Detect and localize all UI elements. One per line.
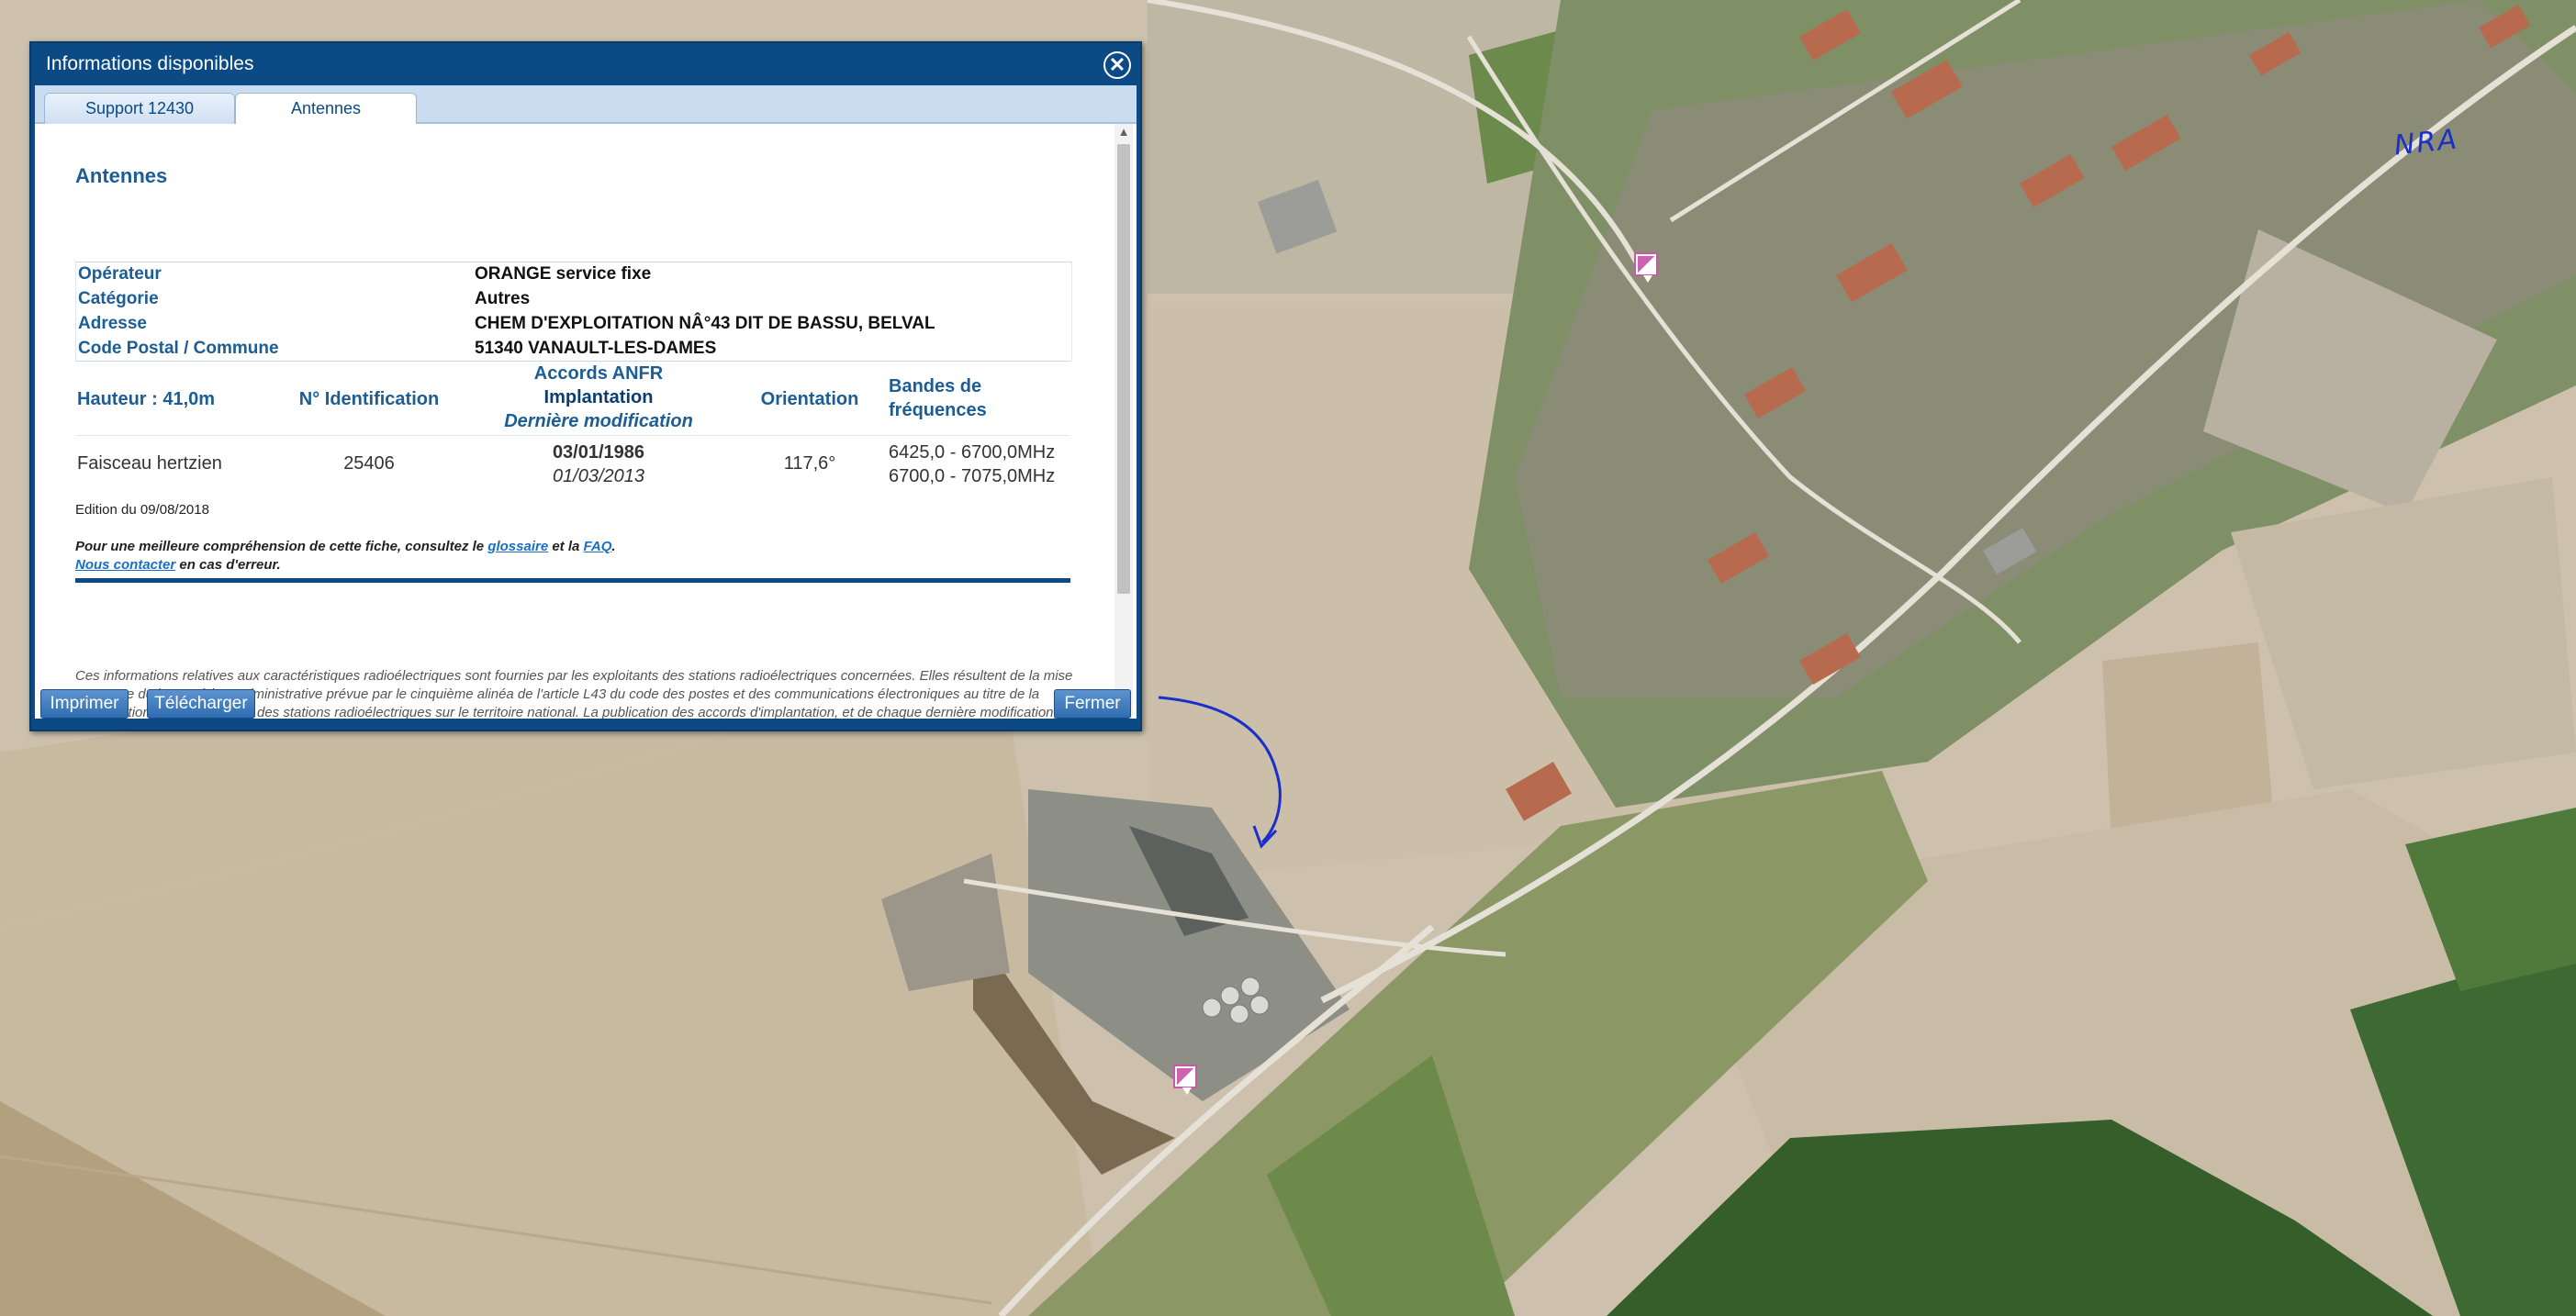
contact-suffix: en cas d'erreur. [175,557,281,573]
tab-strip: Support 12430 Antennes [35,85,1137,126]
edition-date: Edition du 09/08/2018 [75,502,209,518]
info-table: Opérateur ORANGE service fixe Catégorie … [75,262,1072,362]
header-accords: Accords ANFR [533,363,664,384]
dialog-content[interactable]: Antennes Opérateur ORANGE service fixe C… [35,124,1137,719]
antenna-site-marker[interactable] [1634,252,1658,283]
help-text: Pour une meilleure compréhension de cett… [75,539,616,554]
download-button[interactable]: Télécharger [147,689,255,719]
help-mid: et la [548,539,584,554]
table-divider [75,578,1070,583]
header-height: Hauteur : 41,0m [77,389,216,409]
tab-support[interactable]: Support 12430 [44,93,235,124]
info-key-address: Adresse [78,314,147,333]
cell-band-2: 6700,0 - 7075,0MHz [889,466,1056,486]
section-title: Antennes [75,164,168,187]
info-key-operator: Opérateur [78,264,162,284]
glossaire-link[interactable]: glossaire [487,539,548,554]
print-button[interactable]: Imprimer [40,689,129,719]
info-row: Code Postal / Commune 51340 VANAULT-LES-… [76,337,1071,362]
info-value-postal: 51340 VANAULT-LES-DAMES [475,339,717,358]
close-icon[interactable]: ✕ [1103,51,1131,79]
info-dialog: Informations disponibles ✕ Support 12430… [29,41,1142,731]
contact-link[interactable]: Nous contacter [75,557,175,573]
info-value-address: CHEM D'EXPLOITATION NÂ°43 DIT DE BASSU, … [475,314,935,333]
fermer-button[interactable]: Fermer [1054,689,1131,719]
header-orientation: Orientation [760,389,859,409]
info-row: Opérateur ORANGE service fixe [76,262,1071,287]
antenna-table: Hauteur : 41,0m N° Identification Accord… [75,361,1070,486]
dialog-title: Informations disponibles [46,53,254,74]
header-implantation: Implantation [543,387,654,407]
help-end: . [611,539,616,554]
cell-orientation: 117,6° [783,453,836,474]
scroll-thumb[interactable] [1117,144,1130,594]
cell-implantation-date: 03/01/1986 [552,442,645,463]
info-row: Adresse CHEM D'EXPLOITATION NÂ°43 DIT DE… [76,312,1071,337]
cell-identification: 25406 [343,453,395,474]
info-value-category: Autres [475,289,531,308]
info-row: Catégorie Autres [76,287,1071,312]
help-prefix: Pour une meilleure compréhension de cett… [75,539,488,554]
header-bands: Bandes de [889,376,982,396]
header-modification: Dernière modification [504,411,693,431]
info-value-operator: ORANGE service fixe [475,264,652,284]
scroll-up-icon[interactable]: ▲ [1114,124,1133,140]
cell-modification-date: 01/03/2013 [552,466,645,486]
contact-text: Nous contacter en cas d'erreur. [75,557,281,573]
antenna-site-marker[interactable] [1173,1065,1197,1095]
info-key-category: Catégorie [78,289,159,308]
nra-annotation: NRA [2392,123,2460,162]
cell-band-1: 6425,0 - 6700,0MHz [889,442,1056,463]
info-key-postal: Code Postal / Commune [78,339,279,358]
header-bands-2: fréquences [889,400,987,420]
scrollbar[interactable]: ▲ ▼ [1114,124,1133,719]
tab-antennes[interactable]: Antennes [235,93,417,126]
header-identification: N° Identification [298,389,440,409]
faq-link[interactable]: FAQ [584,539,612,554]
cell-antenna-type: Faisceau hertzien [77,453,222,474]
